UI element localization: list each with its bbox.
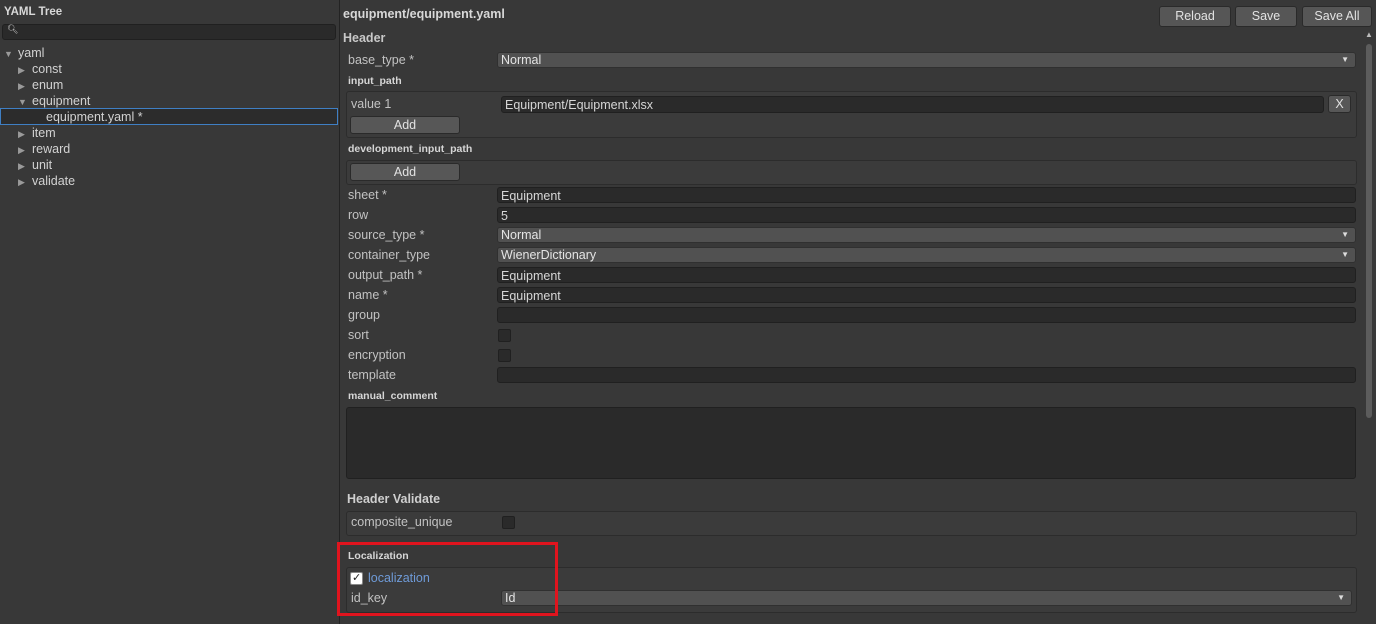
collapsed-arrow-icon[interactable]: ▶ xyxy=(18,174,28,190)
dropdown-value: Normal xyxy=(501,228,542,242)
manual-comment-label: manual_comment xyxy=(348,390,438,402)
tree-node-equipment[interactable]: ▼ equipment xyxy=(18,93,90,109)
tree-node-item[interactable]: ▶ item xyxy=(18,125,56,141)
group-label: group xyxy=(348,308,380,322)
template-label: template xyxy=(348,368,396,382)
localization-highlight-box xyxy=(337,542,558,616)
tree-node-label: equipment xyxy=(32,94,91,108)
tree-search-field[interactable]: 🔍︎ xyxy=(2,24,336,40)
composite-unique-label: composite_unique xyxy=(351,515,453,529)
tree-node-equipment-yaml[interactable]: equipment.yaml * xyxy=(46,109,143,125)
add-input-path-button[interactable]: Add xyxy=(350,116,460,134)
chevron-down-icon: ▼ xyxy=(1337,593,1345,602)
sort-label: sort xyxy=(348,328,369,342)
tree-node-label: const xyxy=(32,62,62,76)
output-path-label: output_path * xyxy=(348,268,423,282)
sheet-input[interactable]: Equipment xyxy=(497,187,1356,203)
collapsed-arrow-icon[interactable]: ▶ xyxy=(18,78,28,94)
vertical-scrollbar[interactable]: ▲ xyxy=(1364,30,1374,624)
collapsed-arrow-icon[interactable]: ▶ xyxy=(18,126,28,142)
tree-node-label: unit xyxy=(32,158,53,172)
tree-node-reward[interactable]: ▶ reward xyxy=(18,141,70,157)
source-type-dropdown[interactable]: Normal ▼ xyxy=(497,227,1356,243)
id-key-dropdown[interactable]: Id ▼ xyxy=(501,590,1352,606)
reload-button[interactable]: Reload xyxy=(1159,6,1231,27)
row-label: row xyxy=(348,208,369,222)
remove-input-path-button[interactable]: X xyxy=(1328,95,1351,113)
tree-node-const[interactable]: ▶ const xyxy=(18,61,62,77)
tree-node-label: yaml xyxy=(18,46,45,60)
input-path-label: input_path xyxy=(348,75,402,87)
save-all-button[interactable]: Save All xyxy=(1302,6,1372,27)
chevron-down-icon: ▼ xyxy=(1341,230,1349,239)
base-type-dropdown[interactable]: Normal ▼ xyxy=(497,52,1356,68)
header-validate-title: Header Validate xyxy=(347,492,441,506)
development-input-path-label: development_input_path xyxy=(348,143,473,155)
section-header: Header xyxy=(343,31,386,45)
expanded-arrow-icon[interactable]: ▼ xyxy=(18,94,28,110)
container-type-label: container_type xyxy=(348,248,431,262)
scroll-up-arrow-icon[interactable]: ▲ xyxy=(1365,30,1373,39)
dropdown-value: Normal xyxy=(501,53,542,67)
output-path-input[interactable]: Equipment xyxy=(497,267,1356,283)
tree-node-label: equipment.yaml * xyxy=(46,110,143,124)
base-type-label: base_type * xyxy=(348,53,415,67)
collapsed-arrow-icon[interactable]: ▶ xyxy=(18,158,28,174)
development-input-path-group xyxy=(346,160,1357,185)
template-input[interactable] xyxy=(497,367,1356,383)
tree-search-input[interactable] xyxy=(17,25,327,39)
encryption-label: encryption xyxy=(348,348,406,362)
tree-node-yaml[interactable]: ▼ yaml xyxy=(4,45,44,61)
expanded-arrow-icon[interactable]: ▼ xyxy=(4,46,14,62)
tree-title: YAML Tree xyxy=(4,6,63,18)
chevron-down-icon: ▼ xyxy=(1341,250,1349,259)
group-input[interactable] xyxy=(497,307,1356,323)
encryption-checkbox[interactable] xyxy=(498,349,511,362)
tree-node-label: enum xyxy=(32,78,64,92)
container-type-dropdown[interactable]: WienerDictionary ▼ xyxy=(497,247,1356,263)
save-button[interactable]: Save xyxy=(1235,6,1297,27)
tree-node-enum[interactable]: ▶ enum xyxy=(18,77,63,93)
manual-comment-textarea[interactable] xyxy=(346,407,1356,479)
collapsed-arrow-icon[interactable]: ▶ xyxy=(18,62,28,78)
tree-node-label: item xyxy=(32,126,56,140)
tree-node-validate[interactable]: ▶ validate xyxy=(18,173,75,189)
name-label: name * xyxy=(348,288,388,302)
chevron-down-icon: ▼ xyxy=(1341,55,1349,64)
header-validate-group xyxy=(346,511,1357,536)
dropdown-value: WienerDictionary xyxy=(501,248,597,262)
source-type-label: source_type * xyxy=(348,228,425,242)
tree-node-label: reward xyxy=(32,142,71,156)
tree-node-unit[interactable]: ▶ unit xyxy=(18,157,52,173)
file-title: equipment/equipment.yaml xyxy=(343,7,505,21)
sheet-label: sheet * xyxy=(348,188,387,202)
input-path-item-label: value 1 xyxy=(351,97,392,111)
input-path-value-field[interactable]: Equipment/Equipment.xlsx xyxy=(501,96,1324,113)
scrollbar-thumb[interactable] xyxy=(1366,44,1372,418)
name-input[interactable]: Equipment xyxy=(497,287,1356,303)
sort-checkbox[interactable] xyxy=(498,329,511,342)
tree-node-label: validate xyxy=(32,174,76,188)
add-development-input-path-button[interactable]: Add xyxy=(350,163,460,181)
row-input[interactable]: 5 xyxy=(497,207,1356,223)
composite-unique-checkbox[interactable] xyxy=(502,516,515,529)
collapsed-arrow-icon[interactable]: ▶ xyxy=(18,142,28,158)
